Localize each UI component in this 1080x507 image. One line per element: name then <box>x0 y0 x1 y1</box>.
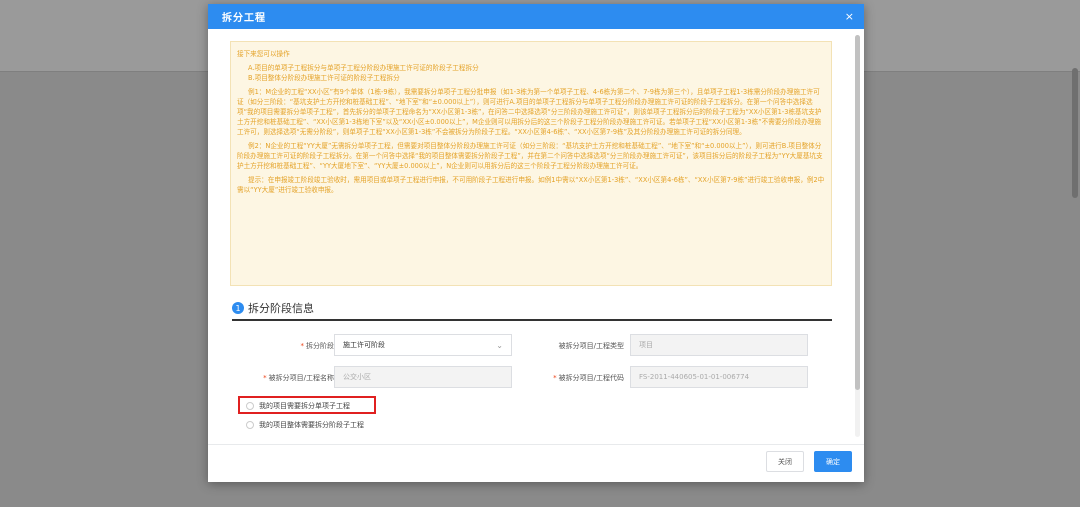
form-row-1: * 拆分阶段 施工许可阶段 ⌄ 被拆分项目/工程类型 项目 <box>208 334 864 358</box>
notice-intro: 接下来您可以操作 <box>237 50 290 58</box>
name-label: * 被拆分项目/工程名称 <box>263 374 334 382</box>
notice-option-b: B.项目整体分阶段办理施工许可证的阶段子工程拆分 <box>248 74 400 82</box>
type-label: 被拆分项目/工程类型 <box>558 342 624 350</box>
notice-example-1: 例1：M企业的工程“XX小区”有9个单体（1栋-9栋），我需要拆分单项子工程分批… <box>237 88 822 136</box>
close-button[interactable]: 关闭 <box>766 451 804 472</box>
form-row-2: * 被拆分项目/工程名称 公交小区 * 被拆分项目/工程代码 FS-2011-440… <box>208 366 864 390</box>
notice-example-2: 例2：N企业的工程“YY大厦”无需拆分单项子工程，但需要对项目整体分阶段办理施工… <box>237 142 823 170</box>
chevron-down-icon: ⌄ <box>496 341 503 350</box>
notice-option-a: A.项目的单项子工程拆分与单项子工程分阶段办理施工许可证的阶段子工程拆分 <box>248 64 479 72</box>
close-icon[interactable]: × <box>845 11 854 22</box>
type-field[interactable]: 项目 <box>630 334 808 356</box>
dialog-footer: 关闭 确定 <box>208 444 864 482</box>
stage-value: 施工许可阶段 <box>343 341 385 349</box>
code-label: * 被拆分项目/工程代码 <box>553 374 624 382</box>
highlight-annotation <box>238 396 376 414</box>
section-header: 1 拆分阶段信息 <box>232 297 832 321</box>
dialog-scrollbar[interactable] <box>855 35 860 437</box>
stage-select[interactable]: 施工许可阶段 ⌄ <box>334 334 512 356</box>
confirm-button[interactable]: 确定 <box>814 451 852 472</box>
dialog-title: 拆分工程 <box>222 13 266 24</box>
dialog-body: 接下来您可以操作 A.项目的单项子工程拆分与单项子工程分阶段办理施工许可证的阶段… <box>208 29 864 444</box>
name-field[interactable]: 公交小区 <box>334 366 512 388</box>
notice-tip: 提示：在申报竣工阶段竣工验收时，需用项目或单项子工程进行申报，不可用阶段子工程进… <box>237 176 825 194</box>
step-number-badge: 1 <box>232 302 244 314</box>
stage-label: * 拆分阶段 <box>300 342 335 350</box>
split-project-dialog: 拆分工程 × 接下来您可以操作 A.项目的单项子工程拆分与单项子工程分阶段办理施… <box>208 4 864 482</box>
dialog-scroll-thumb[interactable] <box>855 35 860 390</box>
code-field[interactable]: FS-2011-440605-01-01-006774 <box>630 366 808 388</box>
radio-label-2: 我的项目整体需要拆分阶段子工程 <box>259 421 364 429</box>
radio-circle[interactable] <box>246 421 254 429</box>
dialog-header: 拆分工程 × <box>208 4 864 29</box>
radio-split-stage-subproject[interactable]: 我的项目整体需要拆分阶段子工程 <box>246 420 364 430</box>
instruction-notice: 接下来您可以操作 A.项目的单项子工程拆分与单项子工程分阶段办理施工许可证的阶段… <box>230 41 832 286</box>
page-scrollbar[interactable] <box>1072 68 1078 198</box>
section-title: 拆分阶段信息 <box>248 302 314 315</box>
